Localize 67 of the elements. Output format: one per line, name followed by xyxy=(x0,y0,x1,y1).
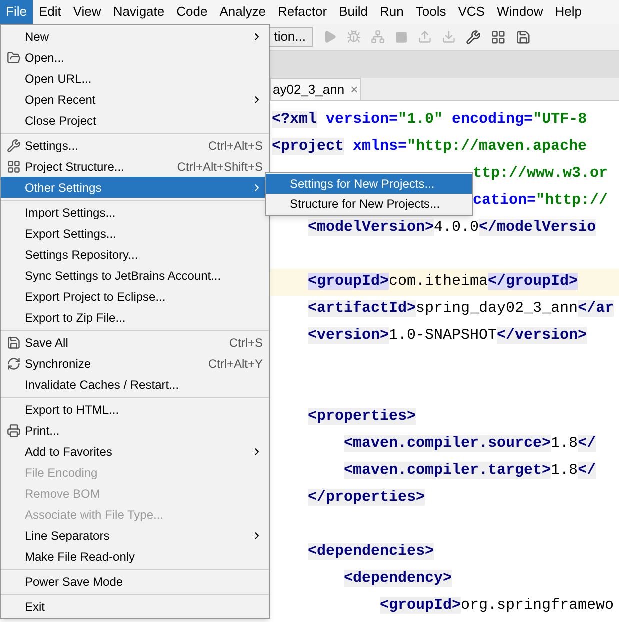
menu-item[interactable]: Export to Zip File... xyxy=(1,307,269,328)
menu-bar-item[interactable]: Code xyxy=(170,0,214,24)
menu-item[interactable]: Close Project xyxy=(1,110,269,131)
code-line: <version>1.0-SNAPSHOT</version> xyxy=(308,326,588,346)
code-line: <?xml version="1.0" encoding="UTF-8 xyxy=(272,110,588,130)
menu-item[interactable]: Save All Ctrl+S xyxy=(1,332,269,353)
shortcut-text: Ctrl+Alt+Shift+S xyxy=(177,158,263,176)
menu-item[interactable]: Power Save Mode xyxy=(1,571,269,592)
menu-bar-item[interactable]: Window xyxy=(490,0,550,24)
menu-item[interactable]: Open... xyxy=(1,47,269,68)
tab-title: ay02_3_ann xyxy=(273,80,345,99)
submenu-item[interactable]: Structure for New Projects... xyxy=(266,194,472,214)
menu-item[interactable]: Project Structure... Ctrl+Alt+Shift+S xyxy=(1,156,269,177)
wrench-icon xyxy=(7,138,21,152)
code-line: <artifactId>spring_day02_3_ann</ar xyxy=(308,299,614,320)
menu-item[interactable]: Invalidate Caches / Restart... xyxy=(1,374,269,395)
menu-item[interactable]: Settings... Ctrl+Alt+S xyxy=(1,135,269,156)
menu-item[interactable]: Add to Favorites xyxy=(1,441,269,462)
menu-bar-item[interactable]: Help xyxy=(549,0,588,24)
project-structure-icon[interactable] xyxy=(491,30,506,44)
menu-item[interactable]: Export Settings... xyxy=(1,223,269,244)
menu-item[interactable]: Import Settings... xyxy=(1,202,269,223)
menu-item[interactable]: Open URL... xyxy=(1,68,269,89)
sync-icon xyxy=(7,356,21,370)
shortcut-text: Ctrl+S xyxy=(229,334,263,352)
code-line: <groupId>com.itheima</groupId> xyxy=(308,272,578,292)
menu-item[interactable]: Open Recent xyxy=(1,89,269,110)
debug-icon[interactable] xyxy=(347,30,361,44)
stop-icon[interactable] xyxy=(395,30,408,44)
menu-bar-item[interactable]: Refactor xyxy=(272,0,334,24)
editor-tab[interactable]: ay02_3_ann × xyxy=(270,78,362,100)
submenu-item[interactable]: Settings for New Projects... xyxy=(266,174,472,194)
menu-item[interactable]: Sync Settings to JetBrains Account... xyxy=(1,265,269,286)
code-line: <groupId>org.springframewo xyxy=(380,596,614,616)
shortcut-text: Ctrl+Alt+S xyxy=(208,138,263,154)
menu-bar-item[interactable]: Navigate xyxy=(107,0,171,24)
menu-bar-item[interactable]: Analyze xyxy=(214,0,272,24)
menu-bar-item[interactable]: Edit xyxy=(32,0,68,24)
menu-item[interactable]: Exit xyxy=(1,596,269,617)
menu-item[interactable]: Export Project to Eclipse... xyxy=(1,286,269,307)
code-line: <modelVersion>4.0.0</modelVersio xyxy=(308,218,596,238)
grid-icon xyxy=(7,160,21,174)
code-line: ttp://www.w3.or xyxy=(473,164,608,184)
menu-bar-item[interactable]: Run xyxy=(374,0,410,24)
menu-item[interactable]: Print... xyxy=(1,420,269,441)
menu-item[interactable]: Make File Read-only xyxy=(1,546,269,567)
save-icon xyxy=(7,336,21,350)
code-line: <project xmlns="http://maven.apache xyxy=(272,137,588,158)
save-icon[interactable] xyxy=(516,30,531,44)
menu-item[interactable]: New xyxy=(1,26,269,47)
folder-icon xyxy=(7,50,21,64)
menu-bar-item[interactable]: Tools xyxy=(410,0,452,24)
code-line: cation="http:// xyxy=(473,191,608,212)
menu-item[interactable]: Line Separators xyxy=(1,525,269,546)
menu-bar-item[interactable]: VCS xyxy=(452,0,491,24)
shortcut-text: Ctrl+Alt+Y xyxy=(208,356,263,372)
menu-item[interactable]: Synchronize Ctrl+Alt+Y xyxy=(1,353,269,374)
wrench-icon[interactable] xyxy=(466,30,481,44)
run-icon[interactable] xyxy=(323,30,337,44)
menu-item[interactable]: Export to HTML... xyxy=(1,399,269,420)
code-line: <maven.compiler.target>1.8</ xyxy=(344,461,596,482)
menu-bar-item[interactable]: View xyxy=(67,0,108,24)
menu-bar-item[interactable]: Build xyxy=(333,0,374,24)
print-icon xyxy=(7,424,21,438)
menu-bar-item[interactable]: File xyxy=(0,0,33,24)
menu-item[interactable]: Settings Repository... xyxy=(1,244,269,265)
code-line: <maven.compiler.source>1.8</ xyxy=(344,434,596,454)
